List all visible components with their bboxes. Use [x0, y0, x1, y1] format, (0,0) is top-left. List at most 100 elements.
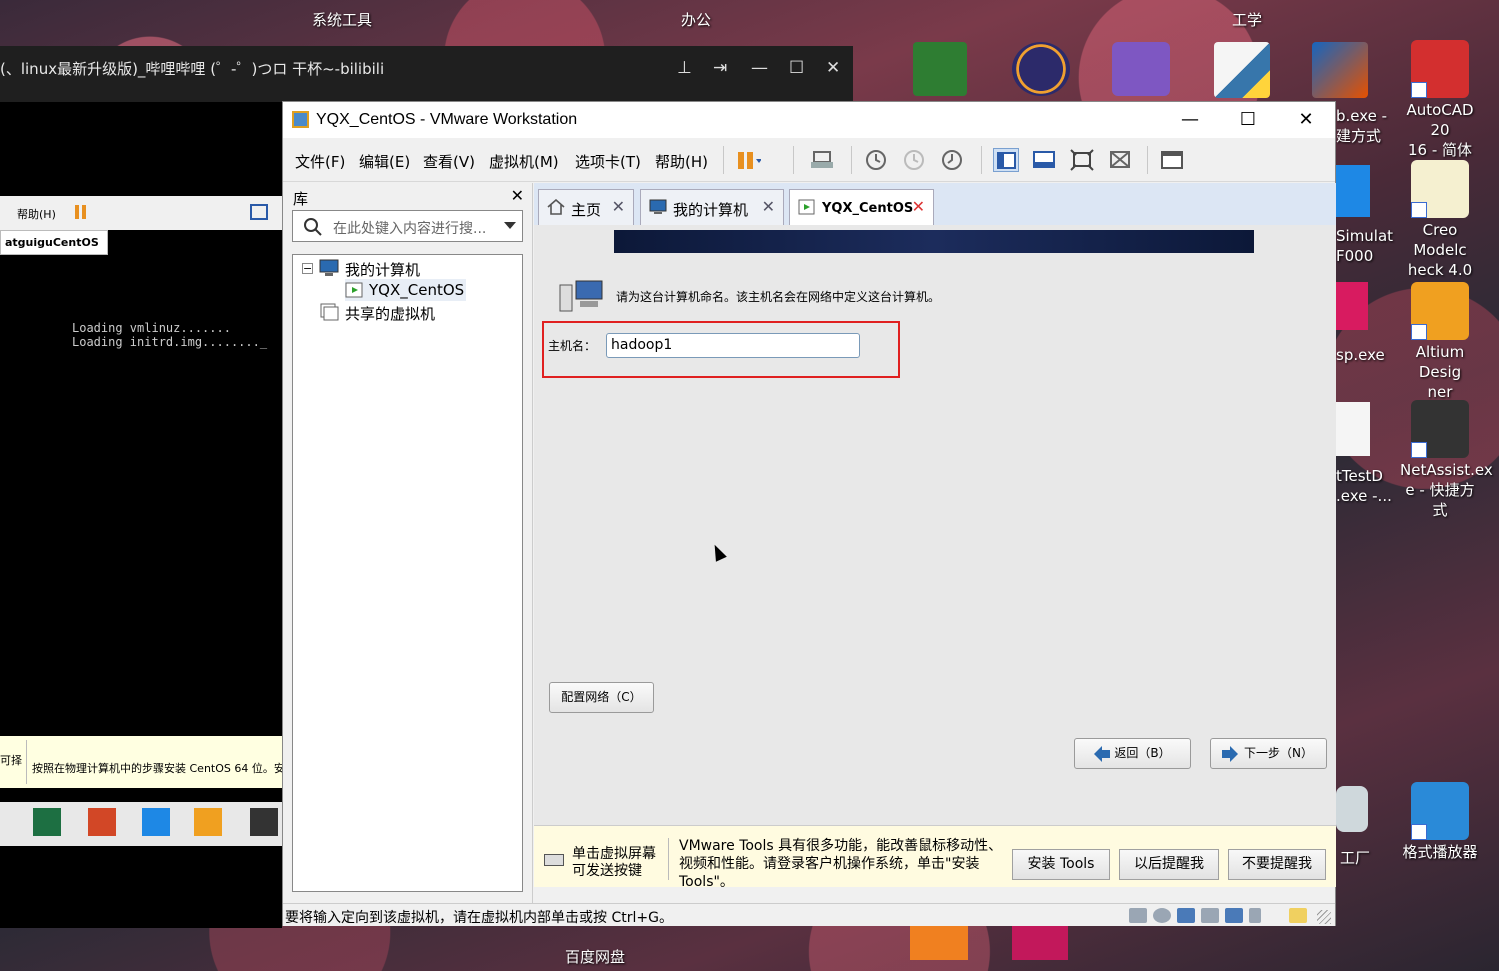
desktop-shortcut-altium[interactable]: Altium Desig ner [1400, 282, 1480, 402]
partial-shortcut-label[interactable]: tTestD .exe -... [1336, 466, 1392, 506]
minimize-icon[interactable]: — [751, 58, 768, 78]
desktop-shortcut-creo[interactable]: Creo Modelc heck 4.0 F0... [1400, 160, 1480, 300]
vmware-icon[interactable] [194, 808, 222, 836]
toolbar-divider [793, 146, 794, 174]
desktop-shortcut-format-player[interactable]: 格式播放器 [1400, 782, 1480, 862]
help-menu[interactable]: 帮助(H) [17, 206, 56, 222]
library-view-icon[interactable] [250, 204, 268, 220]
background-vm-tab[interactable]: atguiguCentOS [0, 230, 108, 255]
menu-bar: 文件(F) 编辑(E) 查看(V) 虚拟机(M) 选项卡(T) 帮助(H) [283, 138, 1335, 182]
minimize-button[interactable]: — [1161, 102, 1219, 138]
word-icon[interactable] [142, 808, 170, 836]
tab-close-icon[interactable]: ✕ [612, 197, 625, 216]
tab-vm[interactable]: YQX_CentOS ✕ [789, 189, 934, 225]
tree-label: 我的计算机 [345, 261, 421, 279]
close-icon[interactable]: ✕ [826, 58, 840, 78]
browser-title: (、linux最新升级版)_哔哩哔哩 (゜-゜)つロ 干杯~-bilibili [0, 60, 385, 78]
thumbnail-view-icon [1033, 151, 1055, 168]
hint-text: 按照在物理计算机中的步骤安装 CentOS 64 位。安装完 [32, 762, 307, 775]
remind-later-button[interactable]: 以后提醒我 [1119, 849, 1219, 880]
close-button[interactable]: ✕ [1277, 102, 1335, 138]
maximize-icon[interactable]: ☐ [789, 58, 804, 78]
partial-shortcut-label[interactable]: 工厂 [1340, 847, 1370, 868]
hard-disk-icon[interactable] [1129, 908, 1147, 923]
tab-close-icon[interactable]: ✕ [912, 197, 925, 216]
exit-fullscreen-icon[interactable]: ⇥ [713, 58, 727, 78]
menu-edit[interactable]: 编辑(E) [359, 151, 410, 172]
partial-shortcut-label[interactable]: Simulat F000 [1336, 226, 1393, 266]
install-tools-button[interactable]: 安装 Tools [1012, 849, 1110, 880]
tab-close-icon[interactable]: ✕ [762, 197, 775, 216]
python-icon[interactable] [1214, 42, 1270, 98]
tab-home[interactable]: 主页 ✕ [538, 189, 634, 225]
message-log-icon[interactable] [1289, 908, 1307, 923]
unity-button[interactable] [1107, 148, 1133, 172]
back-button[interactable]: 返回（B） [1074, 738, 1191, 769]
arrow-left-icon [1094, 746, 1110, 762]
app-icon[interactable] [1012, 926, 1068, 960]
shared-vm-icon [320, 303, 339, 321]
hostname-input[interactable]: hadoop1 [606, 333, 860, 358]
computer-icon [319, 259, 339, 276]
menu-vm[interactable]: 虚拟机(M) [489, 151, 559, 172]
pause-icon[interactable] [75, 205, 79, 219]
sound-card-icon[interactable] [1225, 908, 1243, 923]
revert-snapshot-button[interactable] [901, 148, 927, 172]
collapse-toggle[interactable]: − [302, 263, 313, 274]
uvision-icon[interactable] [913, 42, 967, 96]
tree-item-vm[interactable]: YQX_CentOS [345, 279, 466, 301]
desktop-group-label: 办公 [681, 11, 712, 29]
app-icon[interactable] [1336, 786, 1368, 832]
resize-grip-icon[interactable] [1317, 910, 1331, 924]
never-remind-button[interactable]: 不要提醒我 [1228, 849, 1326, 880]
vmware-window: YQX_CentOS - VMware Workstation — ☐ ✕ 文件… [282, 101, 1336, 926]
eclipse-icon[interactable] [1012, 42, 1070, 96]
bpm-icon[interactable] [910, 926, 968, 960]
console-output: Loading vmlinuz....... Loading initrd.im… [72, 321, 268, 349]
tab-label: 我的计算机 [673, 201, 749, 219]
next-button[interactable]: 下一步（N） [1210, 738, 1327, 769]
taskbar [0, 802, 282, 846]
desktop-shortcut-netassist[interactable]: NetAssist.ex e - 快捷方式 [1400, 400, 1493, 520]
menu-tabs[interactable]: 选项卡(T) [575, 151, 641, 172]
title-bar: YQX_CentOS - VMware Workstation — ☐ ✕ [283, 102, 1335, 138]
partial-shortcut-label[interactable]: b.exe - 建方式 [1336, 106, 1387, 146]
full-screen-button[interactable] [1069, 148, 1095, 172]
printer-icon[interactable] [1201, 908, 1219, 923]
powerpoint-icon[interactable] [88, 808, 116, 836]
menu-file[interactable]: 文件(F) [295, 151, 345, 172]
snapshot-manager-button[interactable] [939, 148, 965, 172]
maximize-button[interactable]: ☐ [1219, 102, 1277, 138]
matlab-icon[interactable] [1312, 42, 1368, 98]
app-icon[interactable] [1336, 402, 1370, 456]
cd-rom-icon[interactable] [1153, 908, 1171, 923]
send-ctrl-alt-del-button[interactable] [809, 148, 835, 172]
thumbnail-bar-button[interactable] [1031, 148, 1057, 172]
usb-icon[interactable] [1249, 908, 1261, 923]
shortcut-label: 格式播放器 [1402, 843, 1478, 861]
app-icon[interactable] [1336, 165, 1370, 217]
desktop-shortcut-autocad[interactable]: AutoCAD 20 16 - 简体中... [1400, 40, 1480, 180]
visual-studio-icon[interactable] [1112, 42, 1170, 96]
console-view-button[interactable] [1159, 148, 1185, 172]
library-close-button[interactable]: ✕ [511, 186, 524, 205]
video-player-icon [1411, 782, 1469, 840]
keyboard-icon [544, 854, 564, 866]
snapshot-button[interactable] [863, 148, 889, 172]
chevron-down-icon[interactable] [504, 222, 516, 230]
app-icon[interactable] [250, 808, 278, 836]
pause-button[interactable] [735, 148, 762, 172]
show-library-button[interactable] [993, 148, 1019, 172]
network-adapter-icon[interactable] [1177, 908, 1195, 923]
partial-shortcut-label[interactable]: sp.exe [1336, 346, 1385, 364]
configure-network-button[interactable]: 配置网络（C） [549, 682, 654, 713]
menu-view[interactable]: 查看(V) [423, 151, 475, 172]
baidu-netdisk-label[interactable]: 百度网盘 [565, 946, 625, 967]
library-search[interactable]: 在此处键入内容进行搜... [292, 210, 523, 242]
app-icon[interactable] [1336, 282, 1368, 330]
guest-screen[interactable]: 请为这台计算机命名。该主机名会在网络中定义这台计算机。 主机名： hadoop1… [534, 225, 1336, 825]
menu-help[interactable]: 帮助(H) [655, 151, 708, 172]
tab-my-computer[interactable]: 我的计算机 ✕ [640, 189, 784, 225]
excel-icon[interactable] [33, 808, 61, 836]
pin-icon[interactable]: ⊥ [677, 58, 692, 78]
